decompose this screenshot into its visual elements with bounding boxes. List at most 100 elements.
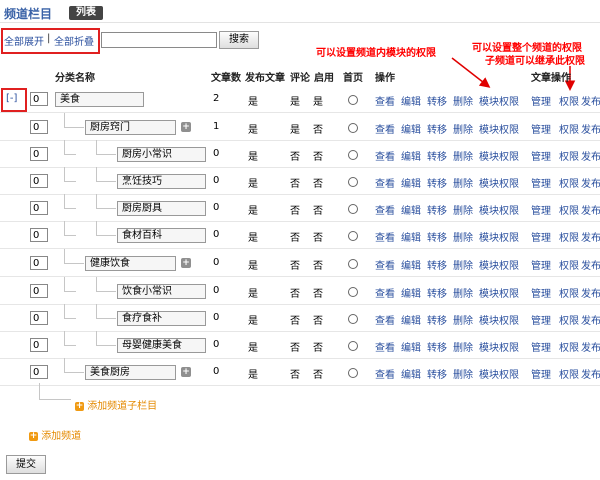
sort-order-input[interactable]: 0 <box>30 284 48 298</box>
action-move[interactable]: 转移 <box>427 148 447 163</box>
channel-name-field[interactable]: 美食厨房 <box>85 365 176 380</box>
article-action-manage[interactable]: 管理 <box>531 339 551 354</box>
expand-plus-icon[interactable]: + <box>181 122 191 132</box>
article-action-publish[interactable]: 发布 <box>581 312 600 327</box>
article-action-publish[interactable]: 发布 <box>581 93 600 108</box>
article-action-permission[interactable]: 权限 <box>559 121 579 136</box>
add-subchannel-link[interactable]: 添加频道子栏目 <box>87 401 157 412</box>
action-view[interactable]: 查看 <box>375 93 395 108</box>
homepage-radio[interactable] <box>348 150 358 160</box>
add-channel[interactable]: + 添加频道 <box>29 427 81 442</box>
action-delete[interactable]: 删除 <box>453 148 473 163</box>
submit-button[interactable]: 提交 <box>6 455 46 474</box>
article-action-publish[interactable]: 发布 <box>581 285 600 300</box>
action-delete[interactable]: 删除 <box>453 202 473 217</box>
action-edit[interactable]: 编辑 <box>401 257 421 272</box>
action-view[interactable]: 查看 <box>375 175 395 190</box>
action-edit[interactable]: 编辑 <box>401 366 421 381</box>
action-module-permission[interactable]: 模块权限 <box>479 202 519 217</box>
action-module-permission[interactable]: 模块权限 <box>479 366 519 381</box>
sort-order-input[interactable]: 0 <box>30 311 48 325</box>
homepage-radio[interactable] <box>348 177 358 187</box>
article-action-publish[interactable]: 发布 <box>581 366 600 381</box>
expand-plus-icon[interactable]: + <box>181 367 191 377</box>
article-action-publish[interactable]: 发布 <box>581 175 600 190</box>
channel-name-field[interactable]: 厨房厨具 <box>117 201 206 216</box>
action-move[interactable]: 转移 <box>427 175 447 190</box>
action-module-permission[interactable]: 模块权限 <box>479 312 519 327</box>
channel-name-field[interactable]: 厨房小常识 <box>117 147 206 162</box>
homepage-radio[interactable] <box>348 123 358 133</box>
homepage-radio[interactable] <box>348 287 358 297</box>
tree-toggle-collapse[interactable]: [-] <box>6 93 17 104</box>
article-action-publish[interactable]: 发布 <box>581 257 600 272</box>
action-delete[interactable]: 删除 <box>453 257 473 272</box>
article-action-manage[interactable]: 管理 <box>531 175 551 190</box>
action-move[interactable]: 转移 <box>427 285 447 300</box>
article-action-permission[interactable]: 权限 <box>559 257 579 272</box>
homepage-radio[interactable] <box>348 314 358 324</box>
channel-name-field[interactable]: 健康饮食 <box>85 256 176 271</box>
sort-order-input[interactable]: 0 <box>30 228 48 242</box>
channel-name-field[interactable]: 食疗食补 <box>117 311 206 326</box>
sort-order-input[interactable]: 0 <box>30 256 48 270</box>
article-action-manage[interactable]: 管理 <box>531 121 551 136</box>
action-module-permission[interactable]: 模块权限 <box>479 257 519 272</box>
sort-order-input[interactable]: 0 <box>30 147 48 161</box>
action-view[interactable]: 查看 <box>375 229 395 244</box>
sort-order-input[interactable]: 0 <box>30 120 48 134</box>
sort-order-input[interactable]: 0 <box>30 365 48 379</box>
action-module-permission[interactable]: 模块权限 <box>479 148 519 163</box>
action-delete[interactable]: 删除 <box>453 121 473 136</box>
homepage-radio[interactable] <box>348 341 358 351</box>
article-action-publish[interactable]: 发布 <box>581 202 600 217</box>
action-view[interactable]: 查看 <box>375 339 395 354</box>
article-action-publish[interactable]: 发布 <box>581 121 600 136</box>
sort-order-input[interactable]: 0 <box>30 201 48 215</box>
article-action-permission[interactable]: 权限 <box>559 285 579 300</box>
action-delete[interactable]: 删除 <box>453 93 473 108</box>
channel-name-field[interactable]: 母婴健康美食 <box>117 338 206 353</box>
action-delete[interactable]: 删除 <box>453 229 473 244</box>
channel-name-field[interactable]: 饮食小常识 <box>117 284 206 299</box>
article-action-manage[interactable]: 管理 <box>531 148 551 163</box>
action-move[interactable]: 转移 <box>427 93 447 108</box>
sort-order-input[interactable]: 0 <box>30 92 48 106</box>
homepage-radio[interactable] <box>348 259 358 269</box>
action-module-permission[interactable]: 模块权限 <box>479 285 519 300</box>
action-view[interactable]: 查看 <box>375 312 395 327</box>
action-view[interactable]: 查看 <box>375 285 395 300</box>
article-action-permission[interactable]: 权限 <box>559 312 579 327</box>
article-action-manage[interactable]: 管理 <box>531 285 551 300</box>
article-action-permission[interactable]: 权限 <box>559 202 579 217</box>
action-edit[interactable]: 编辑 <box>401 339 421 354</box>
article-action-permission[interactable]: 权限 <box>559 229 579 244</box>
action-module-permission[interactable]: 模块权限 <box>479 229 519 244</box>
action-move[interactable]: 转移 <box>427 257 447 272</box>
article-action-permission[interactable]: 权限 <box>559 175 579 190</box>
action-edit[interactable]: 编辑 <box>401 93 421 108</box>
add-channel-link[interactable]: 添加频道 <box>41 431 81 442</box>
article-action-permission[interactable]: 权限 <box>559 93 579 108</box>
article-action-manage[interactable]: 管理 <box>531 229 551 244</box>
action-view[interactable]: 查看 <box>375 366 395 381</box>
article-action-manage[interactable]: 管理 <box>531 366 551 381</box>
action-edit[interactable]: 编辑 <box>401 229 421 244</box>
action-view[interactable]: 查看 <box>375 121 395 136</box>
action-edit[interactable]: 编辑 <box>401 312 421 327</box>
article-action-manage[interactable]: 管理 <box>531 257 551 272</box>
article-action-manage[interactable]: 管理 <box>531 93 551 108</box>
article-action-permission[interactable]: 权限 <box>559 339 579 354</box>
action-edit[interactable]: 编辑 <box>401 285 421 300</box>
homepage-radio[interactable] <box>348 95 358 105</box>
article-action-publish[interactable]: 发布 <box>581 229 600 244</box>
action-view[interactable]: 查看 <box>375 202 395 217</box>
action-module-permission[interactable]: 模块权限 <box>479 121 519 136</box>
homepage-radio[interactable] <box>348 204 358 214</box>
channel-name-field[interactable]: 厨房窍门 <box>85 120 176 135</box>
article-action-manage[interactable]: 管理 <box>531 312 551 327</box>
action-edit[interactable]: 编辑 <box>401 148 421 163</box>
article-action-permission[interactable]: 权限 <box>559 366 579 381</box>
action-edit[interactable]: 编辑 <box>401 202 421 217</box>
channel-name-field[interactable]: 食材百科 <box>117 228 206 243</box>
